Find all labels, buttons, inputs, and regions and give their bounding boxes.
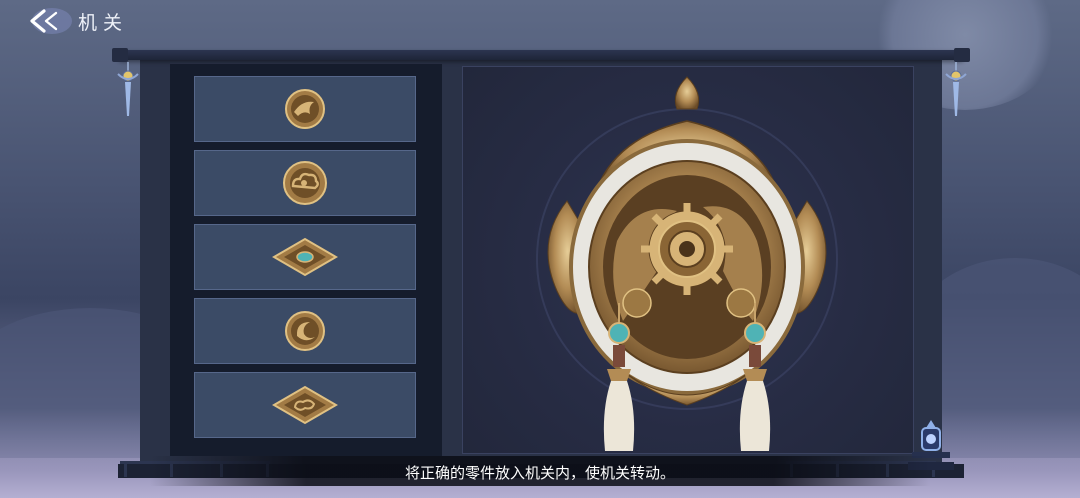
- crescent-coin-icon: [285, 311, 325, 351]
- double-chevron-left-icon: [30, 8, 72, 34]
- frame-top-beam: [118, 50, 964, 60]
- hanging-tassel-icon: [945, 62, 967, 116]
- parts-panel: [170, 64, 442, 456]
- beam-end-right: [954, 48, 970, 62]
- bird-emblem-coin-icon: [285, 89, 325, 129]
- hint-caption: 将正确的零件放入机关内，使机关转动。: [404, 464, 675, 482]
- diamond-turquoise-token-icon: [272, 237, 338, 277]
- mechanism-panel: [462, 66, 914, 454]
- page-title: 机关: [78, 12, 129, 34]
- part-slot[interactable]: [194, 298, 416, 364]
- bronze-dragon-phoenix-gear-medallion-icon[interactable]: [527, 71, 847, 451]
- part-slot[interactable]: [194, 150, 416, 216]
- diamond-cloud-token-icon: [272, 385, 338, 425]
- part-slot[interactable]: [194, 76, 416, 142]
- cloud-coin-icon: [283, 161, 327, 205]
- back-button[interactable]: [26, 6, 72, 36]
- beam-end-left: [112, 48, 128, 62]
- part-slot[interactable]: [194, 372, 416, 438]
- hanging-tassel-icon: [117, 62, 139, 116]
- part-slot[interactable]: [194, 224, 416, 290]
